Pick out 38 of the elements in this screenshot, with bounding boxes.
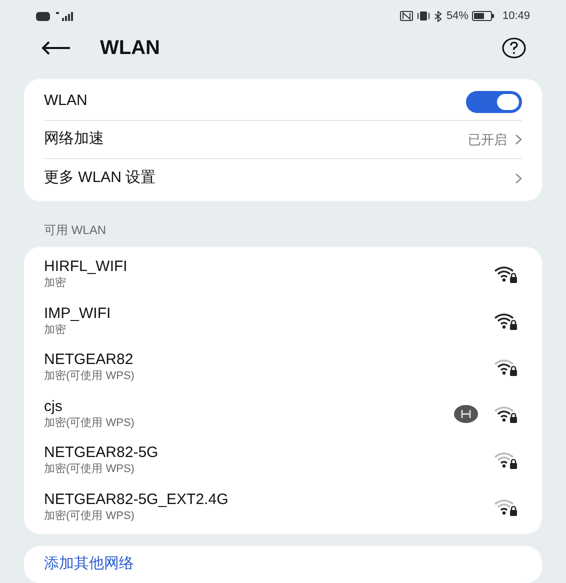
- setting-label: WLAN: [44, 91, 88, 112]
- chevron-icon[interactable]: [515, 134, 522, 146]
- setting-label: 更多 WLAN 设置: [44, 168, 156, 188]
- section-header: 可用 WLAN: [44, 222, 106, 240]
- network-name[interactable]: HIRFL_WIFI: [44, 257, 128, 276]
- network-name[interactable]: IMP_WIFI: [44, 304, 111, 323]
- network-security: 加密: [44, 322, 67, 338]
- network-security: 加密(可使用 WPS): [44, 416, 134, 431]
- network-name[interactable]: cjs: [44, 396, 134, 416]
- network-security: 加密(可使用 WPS): [44, 508, 136, 524]
- chevron-icon[interactable]: [515, 172, 522, 184]
- wlan-switch[interactable]: [466, 90, 522, 113]
- help-icon[interactable]: [502, 36, 526, 59]
- network-security: 加密(可使用 WPS): [44, 369, 134, 384]
- network-security: 加密(可使用 WPS): [44, 462, 136, 478]
- setting-value: 已开启: [468, 130, 507, 149]
- wifi-lock-icon: [494, 312, 518, 330]
- nfc-icon: [400, 11, 414, 22]
- page-title: WLAN: [100, 36, 160, 61]
- vibrate-icon: [417, 11, 430, 22]
- network-security: 加密: [44, 276, 67, 292]
- battery-percent: 54%: [446, 9, 468, 24]
- wifi-lock-icon: [494, 451, 518, 470]
- wifi-lock-icon: [494, 498, 518, 516]
- wifi-lock-icon: [494, 404, 518, 423]
- add-network-link[interactable]: 添加其他网络: [44, 553, 134, 576]
- battery-icon: [472, 11, 494, 22]
- network-name[interactable]: NETGEAR82-5G: [44, 443, 158, 462]
- wifi-lock-icon: [494, 265, 518, 284]
- hilink-badge-icon: [454, 404, 478, 423]
- network-name[interactable]: NETGEAR82: [44, 350, 134, 370]
- setting-label: 网络加速: [44, 129, 104, 150]
- bluetooth-icon: [434, 10, 442, 22]
- clock-time: 10:49: [502, 9, 530, 24]
- signal-icon: [54, 11, 74, 22]
- network-name[interactable]: NETGEAR82-5G_EXT2.4G: [44, 490, 228, 509]
- back-button[interactable]: [40, 40, 72, 56]
- wifi-lock-icon: [494, 358, 518, 376]
